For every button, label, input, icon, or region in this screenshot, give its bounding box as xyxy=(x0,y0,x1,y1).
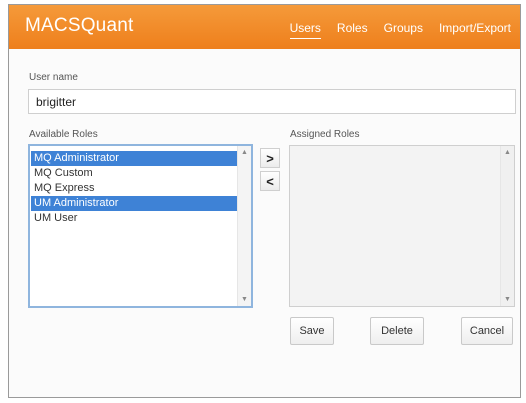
nav-roles[interactable]: Roles xyxy=(337,21,368,39)
assigned-roles-label: Assigned Roles xyxy=(290,129,360,140)
role-item-mq-express[interactable]: MQ Express xyxy=(31,181,237,196)
assigned-roles-list[interactable]: ▲ ▼ xyxy=(289,145,515,307)
app-window: MACSQuant Users Roles Groups Import/Expo… xyxy=(8,4,521,398)
role-item-mq-administrator[interactable]: MQ Administrator xyxy=(31,151,237,166)
delete-button[interactable]: Delete xyxy=(370,317,424,345)
cancel-button[interactable]: Cancel xyxy=(461,317,513,345)
available-roles-label: Available Roles xyxy=(29,129,98,140)
scroll-up-icon[interactable]: ▲ xyxy=(238,146,251,159)
scroll-down-icon[interactable]: ▼ xyxy=(238,293,251,306)
available-roles-scrollbar[interactable]: ▲ ▼ xyxy=(237,146,251,306)
assigned-roles-scrollbar[interactable]: ▲ ▼ xyxy=(500,146,514,306)
app-title: MACSQuant xyxy=(25,15,134,36)
nav-groups[interactable]: Groups xyxy=(384,21,423,39)
scroll-down-icon[interactable]: ▼ xyxy=(501,293,514,306)
app-header: MACSQuant Users Roles Groups Import/Expo… xyxy=(9,5,520,49)
user-name-label: User name xyxy=(29,72,78,83)
add-role-button[interactable]: > xyxy=(260,148,280,168)
available-roles-list[interactable]: MQ Administrator MQ Custom MQ Express UM… xyxy=(28,144,253,308)
remove-role-button[interactable]: < xyxy=(260,171,280,191)
user-name-input[interactable] xyxy=(28,89,516,114)
role-item-mq-custom[interactable]: MQ Custom xyxy=(31,166,237,181)
role-item-um-administrator[interactable]: UM Administrator xyxy=(31,196,237,211)
save-button[interactable]: Save xyxy=(290,317,334,345)
scroll-up-icon[interactable]: ▲ xyxy=(501,146,514,159)
role-item-um-user[interactable]: UM User xyxy=(31,211,237,226)
main-nav: Users Roles Groups Import/Export xyxy=(289,21,511,39)
nav-users[interactable]: Users xyxy=(289,21,321,39)
nav-import-export[interactable]: Import/Export xyxy=(439,21,511,39)
